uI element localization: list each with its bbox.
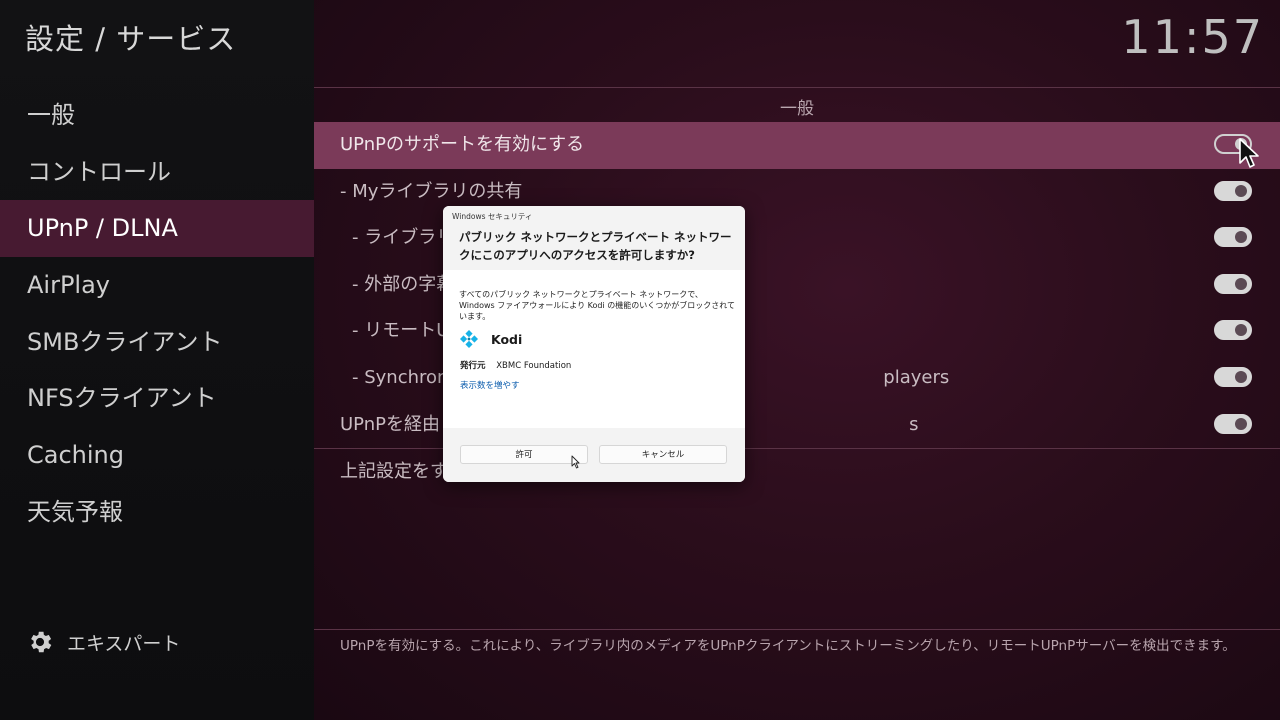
setting-label: UPnPのサポートを有効にする xyxy=(340,134,585,155)
kodi-settings-screen: 設定 / サービス 一般 コントロール UPnP / DLNA AirPlay … xyxy=(0,0,1280,720)
setting-label: - ライブラリ xyxy=(352,227,455,249)
toggle-switch[interactable] xyxy=(1214,227,1252,248)
gear-icon xyxy=(31,631,52,653)
sidebar-item-nfs-client[interactable]: NFSクライアント xyxy=(0,370,314,427)
section-title: 一般 xyxy=(780,99,814,119)
section-divider-top xyxy=(314,87,1280,88)
toggle-knob xyxy=(1235,324,1247,337)
dialog-body: すべてのパブリック ネットワークとプライベート ネットワークで、Windows … xyxy=(459,290,735,321)
allow-button[interactable]: 許可 xyxy=(460,445,588,464)
show-more-link[interactable]: 表示数を増やす xyxy=(460,379,520,391)
pointer-cursor-icon xyxy=(571,455,580,469)
sidebar-item-caching[interactable]: Caching xyxy=(0,427,314,484)
toggle-knob xyxy=(1235,184,1247,197)
toggle-knob xyxy=(1235,370,1247,383)
sidebar-nav: 一般 コントロール UPnP / DLNA AirPlay SMBクライアント … xyxy=(0,87,314,541)
expert-label: エキスパート xyxy=(67,632,181,655)
breadcrumb: 設定 / サービス xyxy=(25,22,237,56)
settings-note: 上記設定をす xyxy=(340,461,448,483)
toggle-knob xyxy=(1235,417,1247,430)
publisher-value: XBMC Foundation xyxy=(496,361,572,371)
sidebar-item-weather[interactable]: 天気予報 xyxy=(0,484,314,541)
kodi-logo-icon xyxy=(460,330,478,348)
expert-level-button[interactable]: エキスパート xyxy=(26,628,180,656)
toggle-knob xyxy=(1235,231,1247,244)
toggle-switch[interactable] xyxy=(1214,180,1252,201)
sidebar: 設定 / サービス 一般 コントロール UPnP / DLNA AirPlay … xyxy=(0,0,314,720)
mouse-cursor-icon xyxy=(1239,138,1259,168)
windows-security-dialog: Windows セキュリティ パブリック ネットワークとプライベート ネットワー… xyxy=(443,206,745,482)
dialog-heading: パブリック ネットワークとプライベート ネットワークにこのアプリへのアクセスを許… xyxy=(459,230,732,262)
setting-label: - リモートU xyxy=(352,320,450,342)
sidebar-item-general[interactable]: 一般 xyxy=(0,87,314,144)
setting-description: UPnPを有効にする。これにより、ライブラリ内のメディアをUPnPクライアントに… xyxy=(340,638,1236,654)
toggle-knob xyxy=(1235,277,1247,290)
setting-row-enable-upnp[interactable]: UPnPのサポートを有効にする xyxy=(314,122,1280,169)
toggle-switch[interactable] xyxy=(1214,413,1252,434)
sidebar-item-airplay[interactable]: AirPlay xyxy=(0,257,314,314)
sidebar-item-smb-client[interactable]: SMBクライアント xyxy=(0,314,314,371)
sidebar-item-control[interactable]: コントロール xyxy=(0,144,314,201)
setting-label: - 外部の字幕 xyxy=(352,273,455,295)
publisher-key: 発行元 xyxy=(460,361,486,371)
clock: 11:57 xyxy=(1121,10,1264,64)
dialog-publisher: 発行元 XBMC Foundation xyxy=(460,359,571,371)
dialog-app-name: Kodi xyxy=(491,331,523,347)
sidebar-item-upnp-dlna[interactable]: UPnP / DLNA xyxy=(0,200,314,258)
toggle-switch[interactable] xyxy=(1214,320,1252,341)
dialog-caption: Windows セキュリティ xyxy=(452,212,533,221)
dialog-app: Kodi xyxy=(460,330,522,348)
toggle-switch[interactable] xyxy=(1214,273,1252,294)
toggle-switch[interactable] xyxy=(1214,366,1252,387)
description-divider xyxy=(314,629,1280,630)
cancel-button[interactable]: キャンセル xyxy=(599,445,727,464)
